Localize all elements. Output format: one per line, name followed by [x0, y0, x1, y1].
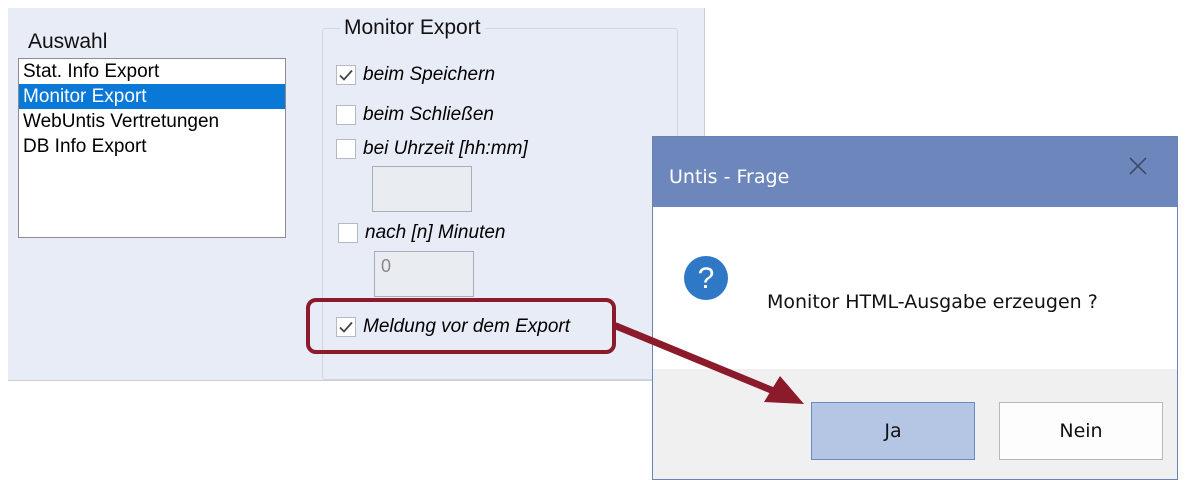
checkbox-bei-uhrzeit[interactable]	[336, 139, 356, 159]
checkbox-beim-speichern[interactable]	[336, 65, 356, 85]
option-beim-schliessen[interactable]: beim Schließen	[336, 102, 494, 128]
question-icon: ?	[683, 255, 729, 301]
checkbox-nach-minuten[interactable]	[338, 223, 358, 243]
option-label: bei Uhrzeit [hh:mm]	[363, 138, 528, 159]
option-nach-minuten[interactable]: nach [n] Minuten	[338, 220, 505, 246]
highlight-box	[306, 298, 616, 354]
uhrzeit-input[interactable]	[372, 166, 472, 212]
list-item[interactable]: Stat. Info Export	[19, 59, 285, 84]
no-button[interactable]: Nein	[999, 402, 1163, 460]
checkmark-icon	[339, 69, 353, 81]
dialog-title: Untis - Frage	[669, 166, 790, 188]
dialog-content: ? Monitor HTML-Ausgabe erzeugen ?	[653, 207, 1177, 369]
auswahl-label: Auswahl	[28, 30, 108, 53]
export-type-listbox[interactable]: Stat. Info Export Monitor Export WebUnti…	[18, 58, 286, 238]
option-beim-speichern[interactable]: beim Speichern	[336, 62, 495, 88]
yes-button[interactable]: Ja	[811, 402, 975, 460]
dialog-message: Monitor HTML-Ausgabe erzeugen ?	[767, 291, 1098, 313]
option-label: beim Schließen	[363, 104, 494, 125]
list-item[interactable]: DB Info Export	[19, 134, 285, 159]
close-icon[interactable]	[1121, 149, 1155, 183]
minuten-input[interactable]: 0	[374, 251, 474, 297]
list-item-selected[interactable]: Monitor Export	[19, 84, 285, 109]
list-item[interactable]: WebUntis Vertretungen	[19, 109, 285, 134]
option-label: nach [n] Minuten	[365, 222, 506, 243]
question-dialog: Untis - Frage ? Monitor HTML-Ausgabe erz…	[652, 136, 1178, 480]
checkbox-beim-schliessen[interactable]	[336, 105, 356, 125]
group-title: Monitor Export	[340, 16, 485, 40]
svg-text:?: ?	[698, 262, 715, 295]
option-label: beim Speichern	[363, 64, 496, 85]
dialog-titlebar: Untis - Frage	[653, 137, 1177, 207]
option-bei-uhrzeit[interactable]: bei Uhrzeit [hh:mm]	[336, 136, 528, 162]
